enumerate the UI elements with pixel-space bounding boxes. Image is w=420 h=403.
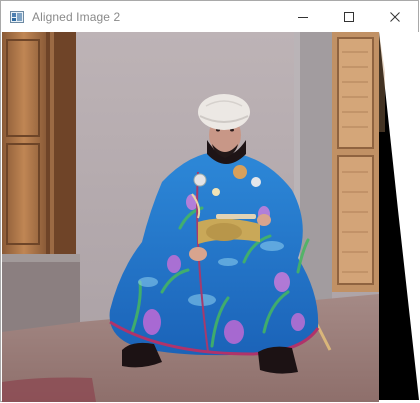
maximize-button[interactable] [326, 1, 372, 32]
window-controls [280, 1, 418, 32]
image-window-icon [10, 10, 24, 23]
title-bar[interactable]: Aligned Image 2 [1, 1, 418, 32]
maximize-icon [344, 11, 354, 22]
minimize-button[interactable] [280, 1, 326, 32]
minimize-icon [298, 16, 308, 18]
close-button[interactable] [372, 1, 418, 32]
app-window: Aligned Image 2 [0, 0, 419, 402]
window-title: Aligned Image 2 [32, 9, 121, 24]
image-canvas[interactable] [2, 32, 419, 402]
aligned-photo [2, 32, 419, 402]
close-icon [390, 11, 400, 22]
